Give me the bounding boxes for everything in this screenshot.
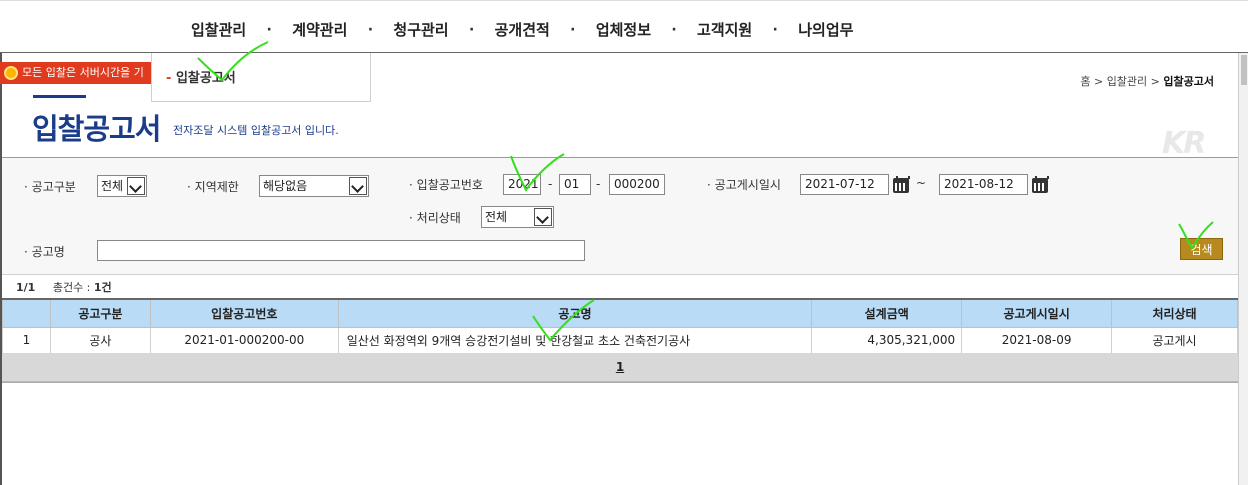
table-row[interactable]: 1 공사 2021-01-000200-00 일산선 화정역외 9개역 승강전기…: [2, 326, 1238, 354]
bid-no-sep: -: [548, 177, 553, 191]
notice-name-input[interactable]: [97, 240, 585, 261]
menu-separator: ·: [468, 21, 475, 38]
scrollbar-thumb[interactable]: [1241, 55, 1247, 85]
cell-design-amount: 4,305,321,000: [811, 326, 963, 354]
bullet: ·: [187, 180, 191, 194]
table-header-row: 공고구분 입찰공고번호 공고명 설계금액 공고게시일시 처리상태: [2, 298, 1238, 328]
col-design-amount: 설계금액: [811, 298, 963, 328]
menu-public-quote[interactable]: 공개견적: [495, 19, 550, 40]
category-select[interactable]: 전체: [97, 175, 147, 197]
bid-no-seq-input[interactable]: 000200: [609, 174, 665, 195]
bid-no-mid-input[interactable]: 01: [559, 174, 591, 195]
menu-separator: ·: [671, 21, 677, 38]
chevron-down-icon[interactable]: [349, 177, 367, 195]
date-label: · 공고게시일시: [707, 176, 781, 193]
bid-no-label: · 입찰공고번호: [409, 176, 483, 193]
chevron-down-icon[interactable]: [127, 177, 145, 195]
col-notice-name: 공고명: [337, 298, 813, 328]
cell-notice-name[interactable]: 일산선 화정역외 9개역 승강전기설비 및 한강철교 초소 건축전기공사: [337, 326, 813, 354]
page: 입찰관리 · 계약관리 · 청구관리 · 공개견적 · 업체정보 · 고객지원 …: [0, 0, 1248, 485]
main-menu: 입찰관리 · 계약관리 · 청구관리 · 공개견적 · 업체정보 · 고객지원 …: [191, 19, 853, 40]
total-label: 총건수 :: [52, 281, 91, 294]
menu-separator: ·: [570, 21, 576, 38]
kr-logo: KR: [1162, 126, 1206, 161]
divider: [2, 382, 1238, 383]
breadcrumb-home[interactable]: 홈: [1080, 75, 1090, 88]
col-no: [2, 298, 51, 328]
cell-category: 공사: [49, 326, 151, 354]
pagination: 1: [2, 353, 1238, 382]
category-label-text: 공고구분: [31, 180, 76, 194]
submenu-dropdown: - 입찰공고서: [151, 53, 371, 102]
breadcrumb-sep: >: [1093, 75, 1104, 88]
bullet: ·: [409, 178, 413, 192]
menu-contract-management[interactable]: 계약관리: [292, 19, 347, 40]
status-select-value: 전체: [485, 210, 508, 224]
top-navigation: 입찰관리 · 계약관리 · 청구관리 · 공개견적 · 업체정보 · 고객지원 …: [0, 0, 1248, 53]
name-label: · 공고명: [24, 243, 65, 260]
region-select-value: 해당없음: [263, 179, 308, 193]
bid-no-year-input[interactable]: 2021: [503, 174, 541, 195]
menu-my-work[interactable]: 나의업무: [798, 19, 853, 40]
date-label-text: 공고게시일시: [714, 178, 781, 192]
bullet: ·: [24, 180, 28, 194]
bullet: ·: [409, 211, 413, 225]
page-title: 입찰공고서: [32, 112, 161, 146]
date-to-input[interactable]: 2021-08-12: [939, 174, 1028, 195]
breadcrumb-current: 입찰공고서: [1163, 75, 1214, 88]
page-link-1[interactable]: 1: [616, 360, 624, 374]
bullet: ·: [707, 178, 711, 192]
vertical-scrollbar[interactable]: [1238, 53, 1248, 485]
server-time-notice: 모든 입찰은 서버시간을 기: [0, 62, 152, 84]
search-panel: · 공고구분 전체 · 지역제한 해당없음 · 입찰공고번호 2021 - 01…: [2, 157, 1238, 275]
category-label: · 공고구분: [24, 178, 76, 195]
cell-post-date: 2021-08-09: [961, 326, 1113, 354]
page-description: 전자조달 시스템 입찰공고서 입니다.: [173, 124, 339, 137]
col-category: 공고구분: [49, 298, 151, 328]
region-label: · 지역제한: [187, 178, 239, 195]
region-label-text: 지역제한: [194, 180, 239, 194]
menu-billing-management[interactable]: 청구관리: [393, 19, 448, 40]
name-label-text: 공고명: [31, 245, 65, 259]
status-select[interactable]: 전체: [481, 206, 554, 228]
breadcrumb: 홈 > 입찰관리 > 입찰공고서: [1080, 73, 1214, 89]
col-status: 처리상태: [1111, 298, 1238, 328]
col-bid-no: 입찰공고번호: [149, 298, 339, 328]
breadcrumb-section[interactable]: 입찰관리: [1107, 75, 1147, 88]
notice-text: 모든 입찰은 서버시간을 기: [22, 66, 144, 79]
result-info: 1/1 총건수 : 1건: [16, 279, 112, 295]
sun-icon: [4, 66, 18, 80]
menu-separator: ·: [266, 21, 272, 38]
bullet: ·: [24, 245, 28, 259]
date-tilde: ~: [916, 176, 927, 190]
date-from-input[interactable]: 2021-07-12: [800, 174, 889, 195]
submenu-dash: -: [166, 71, 172, 86]
breadcrumb-sep: >: [1150, 75, 1160, 88]
menu-customer-support[interactable]: 고객지원: [697, 19, 752, 40]
status-label-text: 처리상태: [416, 211, 461, 225]
menu-separator: ·: [367, 21, 374, 38]
category-select-value: 전체: [101, 179, 124, 193]
page-indicator: 1/1: [16, 281, 36, 294]
col-post-date: 공고게시일시: [961, 298, 1113, 328]
total-count: 1건: [93, 281, 112, 294]
submenu-item-bid-notice[interactable]: - 입찰공고서: [166, 67, 236, 86]
bid-notice-table: 공고구분 입찰공고번호 공고명 설계금액 공고게시일시 처리상태 1 공사 20…: [2, 298, 1238, 354]
menu-bid-management[interactable]: 입찰관리: [191, 19, 246, 40]
region-select[interactable]: 해당없음: [259, 175, 369, 197]
menu-company-info[interactable]: 업체정보: [596, 19, 651, 40]
search-button[interactable]: 검색: [1180, 238, 1223, 260]
title-accent-bar: [33, 95, 86, 98]
submenu-item-label: 입찰공고서: [175, 71, 236, 86]
bid-no-sep: -: [596, 177, 601, 191]
menu-separator: ·: [772, 21, 778, 38]
chevron-down-icon[interactable]: [534, 208, 552, 226]
calendar-icon[interactable]: [893, 176, 910, 193]
calendar-icon[interactable]: [1032, 176, 1049, 193]
status-label: · 처리상태: [409, 209, 461, 226]
cell-no: 1: [2, 326, 51, 354]
cell-status: 공고게시: [1111, 326, 1238, 354]
cell-bid-no[interactable]: 2021-01-000200-00: [149, 326, 339, 354]
bid-no-label-text: 입찰공고번호: [416, 178, 483, 192]
